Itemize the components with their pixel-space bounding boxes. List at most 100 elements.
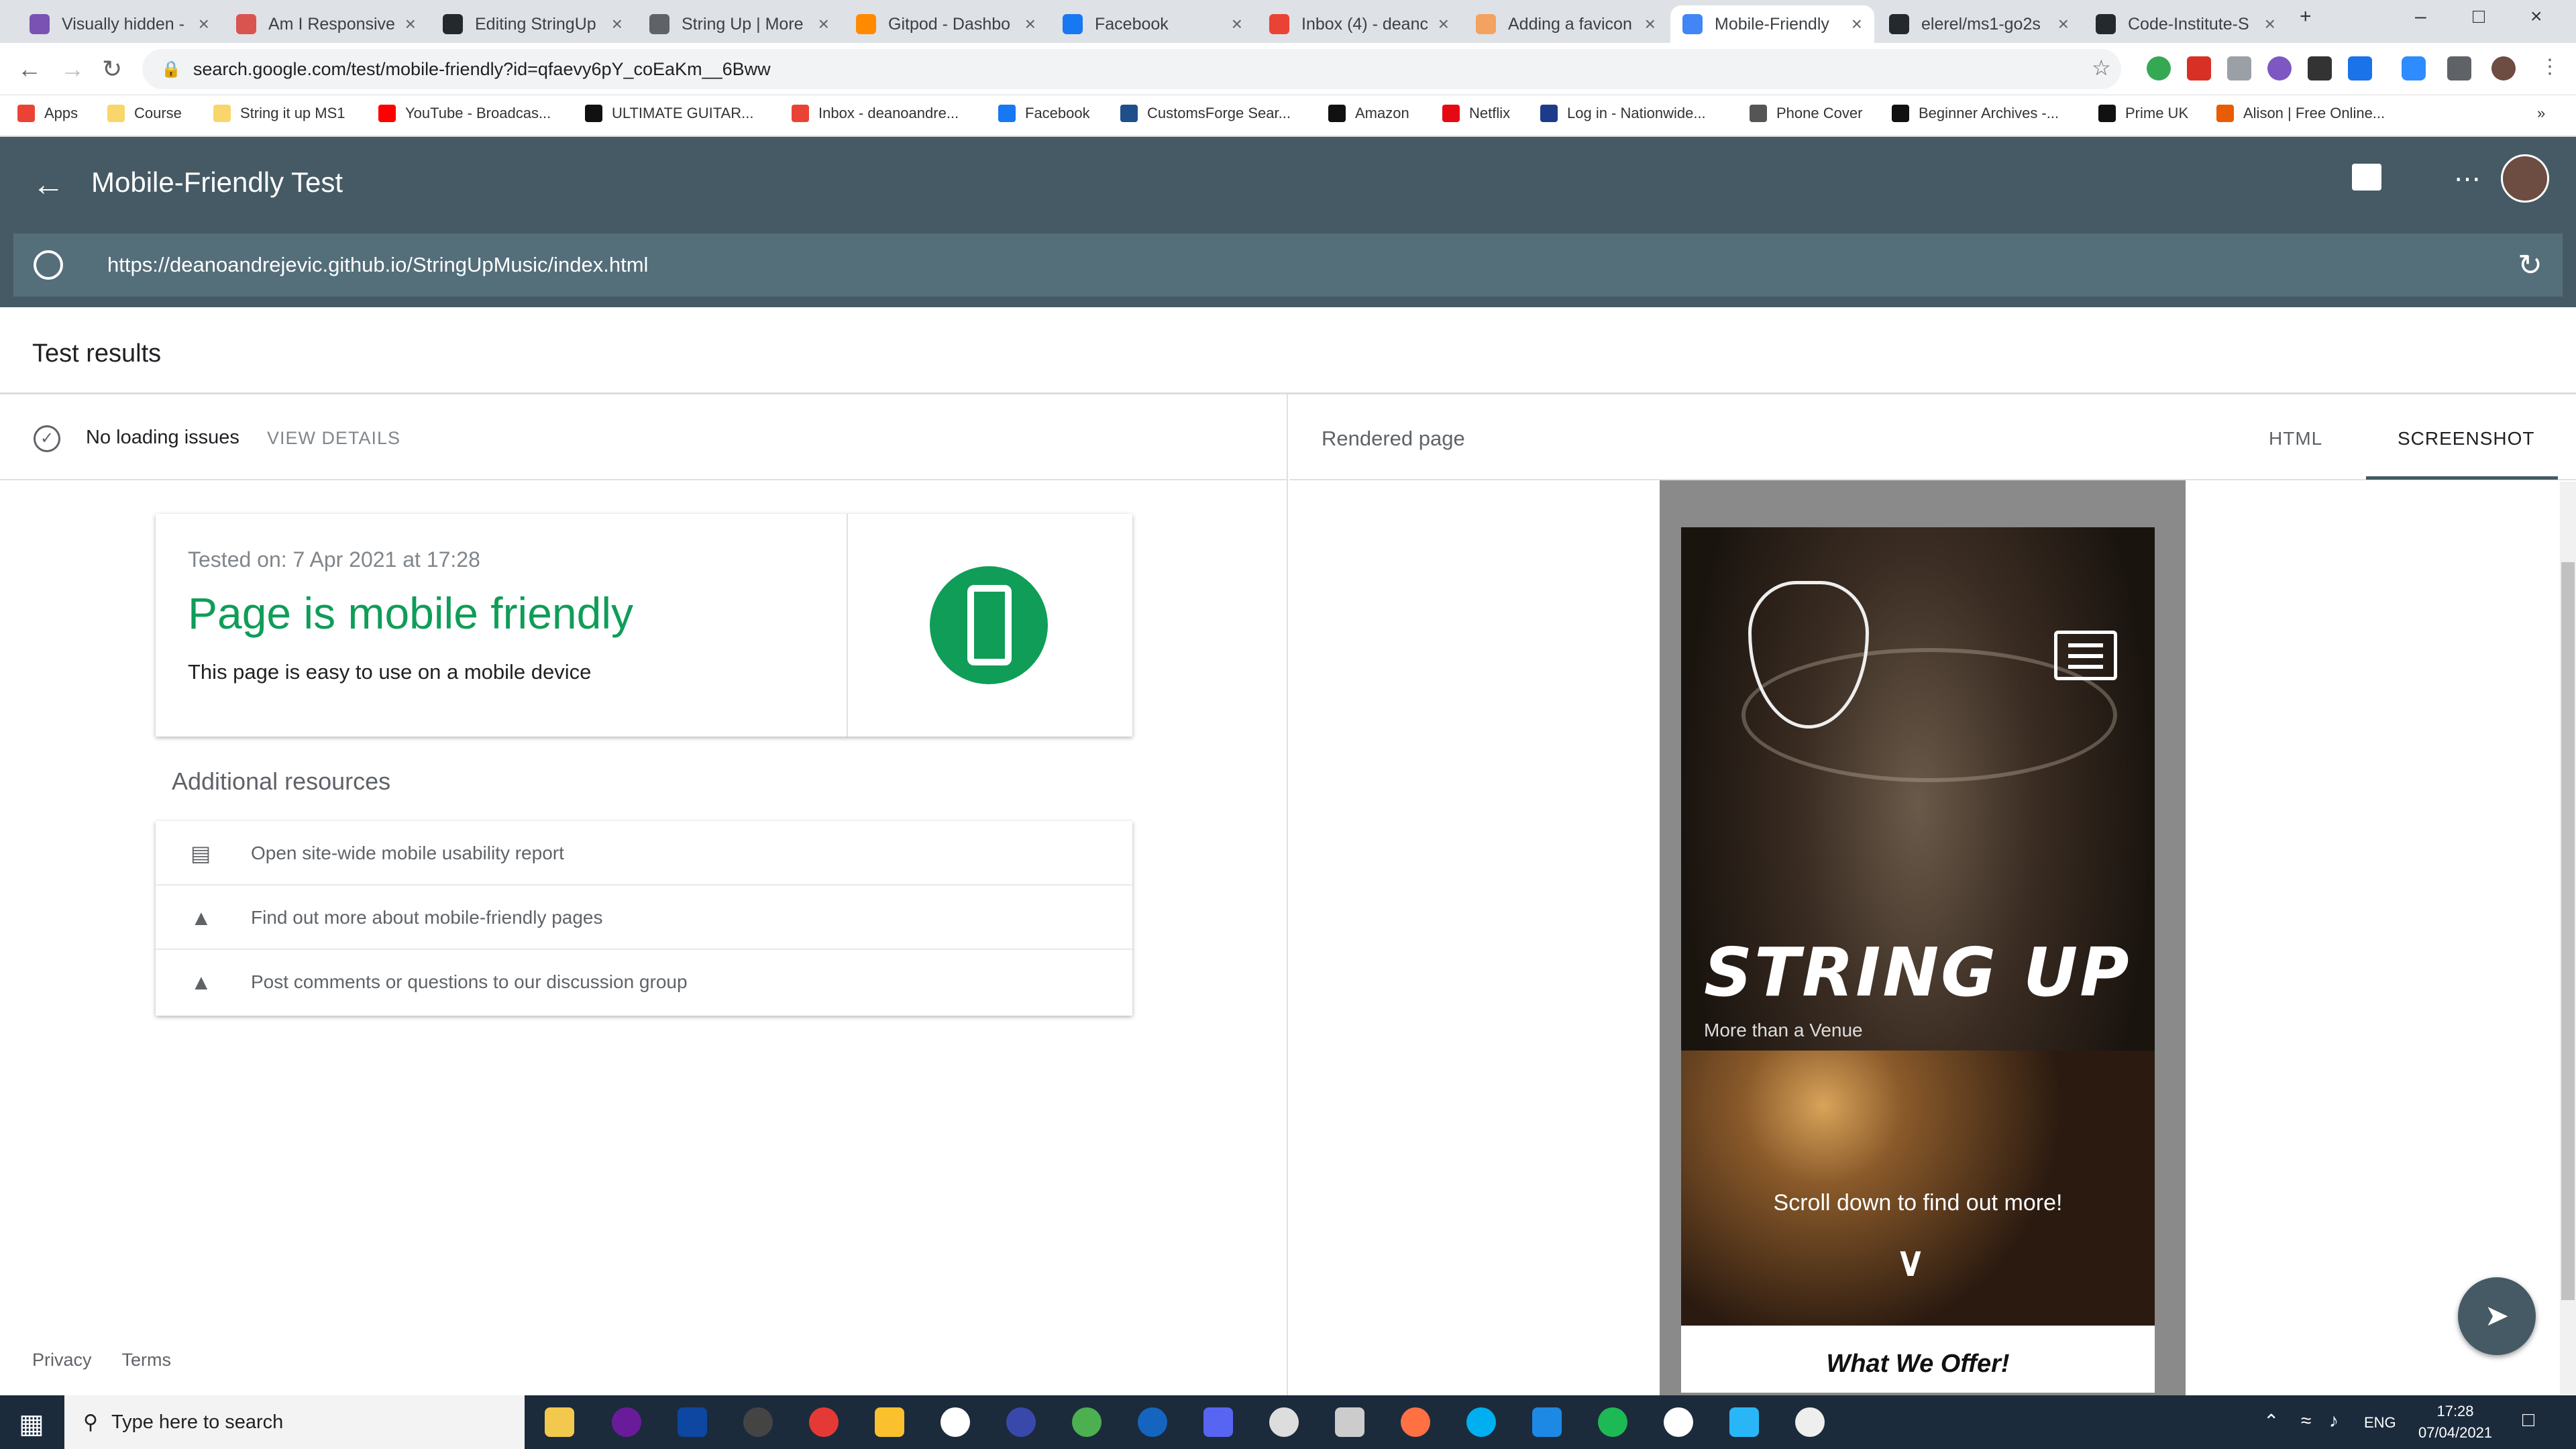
skype-icon[interactable] [1466, 1407, 1496, 1437]
app-icon[interactable] [1664, 1407, 1693, 1437]
extension-icon[interactable] [2308, 56, 2332, 80]
bookmark-item[interactable]: Prime UK [2098, 105, 2188, 122]
bookmark-item[interactable]: Course [107, 105, 182, 122]
bookmark-item[interactable]: Facebook [998, 105, 1090, 122]
volume-icon[interactable]: ♪ [2329, 1410, 2339, 1432]
taskbar-search[interactable]: ⚲ Type here to search [64, 1395, 525, 1449]
app-icon[interactable] [678, 1407, 707, 1437]
new-tab-icon[interactable]: + [2300, 5, 2312, 28]
browser-tab[interactable]: Gitpod - Dashbo × [844, 5, 1048, 43]
browser-tab[interactable]: Facebook × [1051, 5, 1254, 43]
extension-icon[interactable] [2187, 56, 2211, 80]
app-icon[interactable] [1006, 1407, 1036, 1437]
browser-tab[interactable]: Inbox (4) - deanc × [1257, 5, 1461, 43]
extension-icon[interactable] [2227, 56, 2251, 80]
feedback-icon[interactable] [2352, 164, 2381, 191]
resource-link[interactable]: ▲ Post comments or questions to our disc… [156, 950, 1132, 1014]
test-url-field[interactable]: https://deanoandrejevic.github.io/String… [13, 233, 2563, 297]
puzzle-icon[interactable] [2447, 56, 2471, 80]
bookmark-item[interactable]: CustomsForge Sear... [1120, 105, 1291, 122]
bookmark-item[interactable]: String it up MS1 [213, 105, 345, 122]
scrollbar-thumb[interactable] [2561, 562, 2575, 1300]
browser-tab[interactable]: elerel/ms1-go2s × [1877, 5, 2081, 43]
resource-link[interactable]: ▲ Find out more about mobile-friendly pa… [156, 885, 1132, 950]
discord-icon[interactable] [1203, 1407, 1233, 1437]
bookmark-item[interactable]: Phone Cover [1750, 105, 1862, 122]
browser-tab[interactable]: Code-Institute-S × [2084, 5, 2288, 43]
browser-tab[interactable]: Mobile-Friendly × [1670, 5, 1874, 43]
browser-tab[interactable]: Am I Responsive × [224, 5, 428, 43]
minimize-icon[interactable]: – [2415, 5, 2426, 28]
bookmark-item[interactable]: Inbox - deanoandre... [792, 105, 959, 122]
app-icon[interactable] [1401, 1407, 1430, 1437]
close-tab-icon[interactable]: × [1232, 13, 1242, 35]
close-tab-icon[interactable]: × [1851, 13, 1862, 35]
reload-icon[interactable]: ↻ [102, 55, 122, 83]
more-bookmarks-icon[interactable]: » [2537, 105, 2545, 122]
rerun-test-icon[interactable]: ↻ [2518, 248, 2542, 282]
bookmark-item[interactable]: Apps [17, 105, 78, 122]
rockstar-icon[interactable] [875, 1407, 904, 1437]
close-tab-icon[interactable]: × [1025, 13, 1036, 35]
extension-icon[interactable] [2348, 56, 2372, 80]
close-tab-icon[interactable]: × [2058, 13, 2069, 35]
clock[interactable]: 17:28 07/04/2021 [2415, 1401, 2496, 1444]
back-arrow-icon[interactable]: ← [32, 166, 64, 203]
terms-link[interactable]: Terms [122, 1350, 172, 1370]
bookmark-item[interactable]: Log in - Nationwide... [1540, 105, 1706, 122]
more-vert-icon[interactable]: ⋮ [2540, 55, 2560, 78]
bookmark-item[interactable]: Netflix [1442, 105, 1510, 122]
close-tab-icon[interactable]: × [1645, 13, 1656, 35]
bookmark-star-icon[interactable]: ☆ [2092, 55, 2111, 80]
browser-tab[interactable]: Visually hidden - × [17, 5, 221, 43]
account-avatar[interactable] [2501, 154, 2549, 203]
mail-icon[interactable] [1532, 1407, 1562, 1437]
close-window-icon[interactable]: × [2530, 5, 2542, 28]
notifications-icon[interactable]: □ [2522, 1409, 2534, 1432]
steam-icon[interactable] [1138, 1407, 1167, 1437]
close-tab-icon[interactable]: × [1438, 13, 1449, 35]
profile-avatar[interactable] [2491, 56, 2516, 80]
close-tab-icon[interactable]: × [612, 13, 623, 35]
browser-tab[interactable]: Editing StringUp × [431, 5, 635, 43]
bookmark-item[interactable]: Beginner Archives -... [1892, 105, 2059, 122]
forward-arrow-icon[interactable]: → [60, 55, 85, 83]
tab-html[interactable]: HTML [2269, 428, 2322, 449]
bookmark-item[interactable]: Amazon [1328, 105, 1409, 122]
chevron-up-icon[interactable]: ⌃ [2263, 1410, 2279, 1432]
browser-tab[interactable]: Adding a favicon × [1464, 5, 1668, 43]
app-icon[interactable] [743, 1407, 773, 1437]
browser-tab[interactable]: String Up | More × [637, 5, 841, 43]
xbox-icon[interactable] [941, 1407, 970, 1437]
close-tab-icon[interactable]: × [818, 13, 829, 35]
close-tab-icon[interactable]: × [2265, 13, 2275, 35]
chrome-icon[interactable] [1072, 1407, 1102, 1437]
bookmark-item[interactable]: YouTube - Broadcas... [378, 105, 551, 122]
file-explorer-icon[interactable] [545, 1407, 574, 1437]
back-arrow-icon[interactable]: ← [17, 55, 42, 83]
maximize-icon[interactable]: □ [2473, 5, 2485, 28]
app-icon[interactable] [1335, 1407, 1364, 1437]
app-icon[interactable] [1729, 1407, 1759, 1437]
bookmark-item[interactable]: ULTIMATE GUITAR... [585, 105, 753, 122]
privacy-link[interactable]: Privacy [32, 1350, 92, 1370]
extension-icon[interactable] [2402, 56, 2426, 80]
close-tab-icon[interactable]: × [199, 13, 209, 35]
windows-start-icon[interactable]: ▦ [19, 1409, 44, 1440]
resource-link[interactable]: ▤ Open site-wide mobile usability report [156, 821, 1132, 885]
extension-icon[interactable] [2147, 56, 2171, 80]
apps-grid-icon[interactable]: ⋯ [2454, 164, 2481, 195]
ea-icon[interactable] [809, 1407, 839, 1437]
app-icon[interactable] [1269, 1407, 1299, 1437]
address-bar[interactable]: 🔒 search.google.com/test/mobile-friendly… [142, 49, 2121, 89]
close-tab-icon[interactable]: × [405, 13, 416, 35]
language-indicator[interactable]: ENG [2364, 1414, 2396, 1432]
bookmark-item[interactable]: Alison | Free Online... [2216, 105, 2385, 122]
view-details-button[interactable]: VIEW DETAILS [267, 428, 400, 449]
share-button[interactable]: ➤ [2458, 1277, 2536, 1355]
extension-icon[interactable] [2267, 56, 2292, 80]
network-icon[interactable]: ≈ [2301, 1410, 2311, 1432]
settings-icon[interactable] [1795, 1407, 1825, 1437]
cortana-icon[interactable] [612, 1407, 641, 1437]
spotify-icon[interactable] [1598, 1407, 1627, 1437]
